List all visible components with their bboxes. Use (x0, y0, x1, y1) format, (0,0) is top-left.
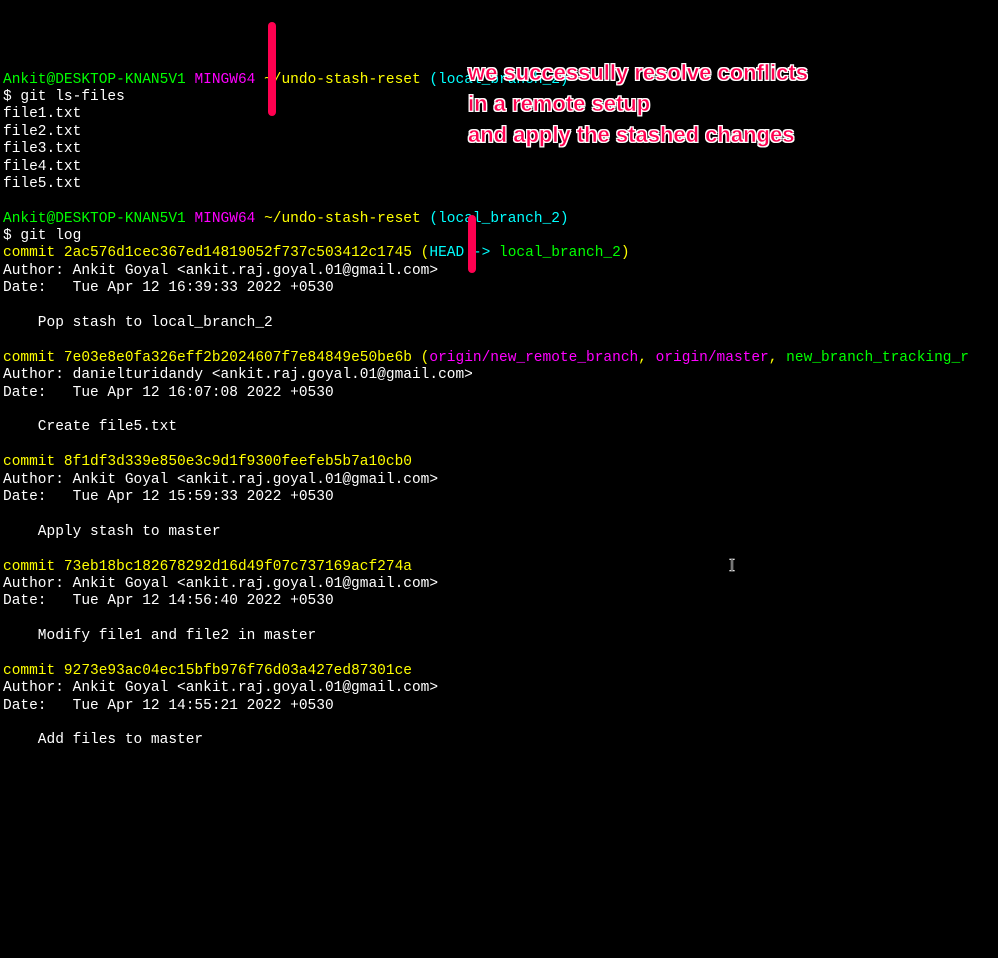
shell-env: MINGW64 (194, 211, 255, 227)
annotation-line-3: and apply the stashed changes (468, 120, 808, 151)
commit-line: commit 8f1df3d339e850e3c9d1f9300feefeb5b… (3, 454, 412, 470)
commit-author: Author: Ankit Goyal <ankit.raj.goyal.01@… (3, 263, 438, 279)
cwd-path: ~/undo-stash-reset (264, 211, 421, 227)
commit-date: Date: Tue Apr 12 14:56:40 2022 +0530 (3, 593, 334, 609)
annotation-bar-2 (468, 215, 476, 273)
git-branch: (local_branch_2) (429, 211, 568, 227)
commit-prefix: commit (3, 454, 64, 470)
branch-ref: local_branch_2 (499, 245, 621, 261)
commit-date: Date: Tue Apr 12 15:59:33 2022 +0530 (3, 489, 334, 505)
head-ref: HEAD -> (429, 245, 499, 261)
file-entry: file1.txt (3, 106, 81, 122)
commit-line: commit 7e03e8e0fa326eff2b2024607f7e84849… (3, 350, 969, 366)
commit-line: commit 2ac576d1cec367ed14819052f737c5034… (3, 245, 630, 261)
commit-hash: 8f1df3d339e850e3c9d1f9300feefeb5b7a10cb0 (64, 454, 412, 470)
annotation-text: we successully resolve conflicts in a re… (468, 58, 808, 150)
shell-env: MINGW64 (194, 72, 255, 88)
ref-sep: , (769, 350, 786, 366)
commit-line: commit 9273e93ac04ec15bfb976f76d03a427ed… (3, 663, 412, 679)
commit-author: Author: danielturidandy <ankit.raj.goyal… (3, 367, 473, 383)
prompt-line-2: Ankit@DESKTOP-KNAN5V1 MINGW64 ~/undo-sta… (3, 211, 569, 227)
refs-close: ) (621, 245, 630, 261)
commit-prefix: commit (3, 245, 64, 261)
file-entry: file2.txt (3, 124, 81, 140)
file-entry: file4.txt (3, 159, 81, 175)
terminal-output[interactable]: Ankit@DESKTOP-KNAN5V1 MINGW64 ~/undo-sta… (3, 72, 995, 750)
file-entry: file5.txt (3, 176, 81, 192)
commit-message: Modify file1 and file2 in master (3, 628, 316, 644)
commit-message: Add files to master (3, 732, 203, 748)
commit-hash: 9273e93ac04ec15bfb976f76d03a427ed87301ce (64, 663, 412, 679)
commit-hash: 2ac576d1cec367ed14819052f737c503412c1745 (64, 245, 412, 261)
remote-ref: origin/master (656, 350, 769, 366)
commit-line: commit 73eb18bc182678292d16d49f07c737169… (3, 559, 412, 575)
cwd-path: ~/undo-stash-reset (264, 72, 421, 88)
commit-message: Apply stash to master (3, 524, 221, 540)
commit-prefix: commit (3, 559, 64, 575)
annotation-line-2: in a remote setup (468, 89, 808, 120)
commit-date: Date: Tue Apr 12 16:39:33 2022 +0530 (3, 280, 334, 296)
user-host: Ankit@DESKTOP-KNAN5V1 (3, 72, 186, 88)
commit-author: Author: Ankit Goyal <ankit.raj.goyal.01@… (3, 576, 438, 592)
commit-hash: 7e03e8e0fa326eff2b2024607f7e84849e50be6b (64, 350, 412, 366)
commit-prefix: commit (3, 350, 64, 366)
commit-author: Author: Ankit Goyal <ankit.raj.goyal.01@… (3, 472, 438, 488)
command-line: $ git log (3, 228, 81, 244)
user-host: Ankit@DESKTOP-KNAN5V1 (3, 211, 186, 227)
ref-sep: , (638, 350, 655, 366)
text-cursor-icon: I (729, 555, 735, 577)
refs-open: ( (412, 350, 429, 366)
commit-message: Create file5.txt (3, 419, 177, 435)
command-line: $ git ls-files (3, 89, 125, 105)
remote-ref: origin/new_remote_branch (429, 350, 638, 366)
commit-date: Date: Tue Apr 12 14:55:21 2022 +0530 (3, 698, 334, 714)
annotation-line-1: we successully resolve conflicts (468, 58, 808, 89)
commit-prefix: commit (3, 663, 64, 679)
refs-open: ( (412, 245, 429, 261)
commit-date: Date: Tue Apr 12 16:07:08 2022 +0530 (3, 385, 334, 401)
annotation-bar-1 (268, 22, 276, 116)
commit-message: Pop stash to local_branch_2 (3, 315, 273, 331)
commit-hash: 73eb18bc182678292d16d49f07c737169acf274a (64, 559, 412, 575)
local-ref: new_branch_tracking_r (786, 350, 969, 366)
file-entry: file3.txt (3, 141, 81, 157)
